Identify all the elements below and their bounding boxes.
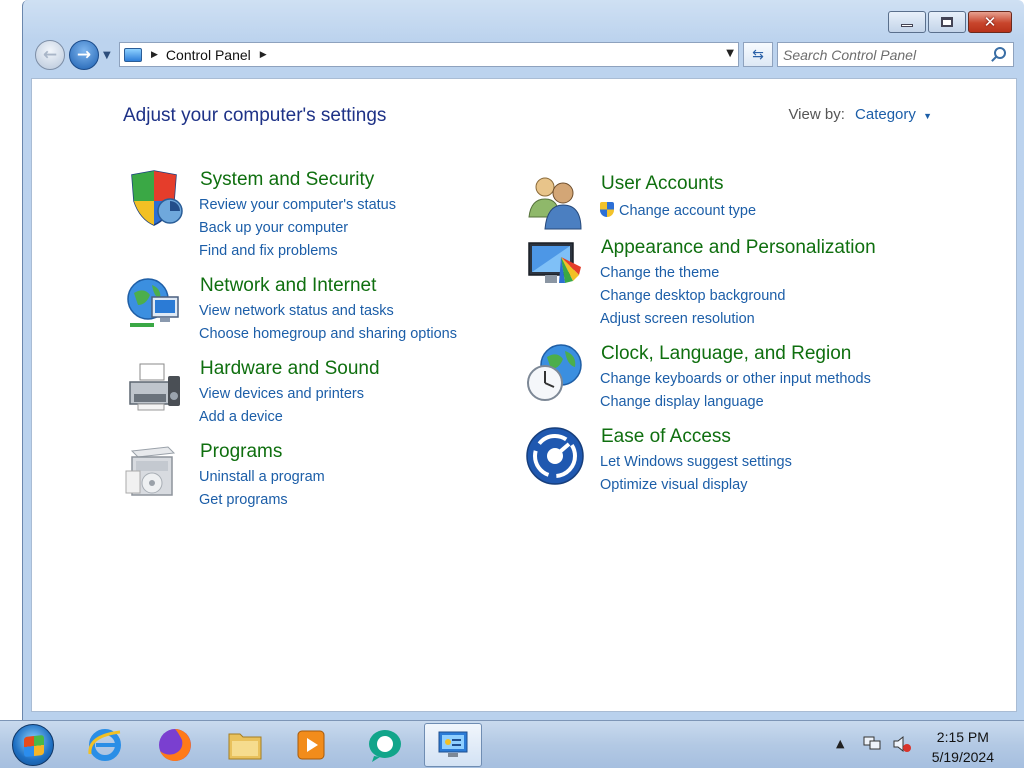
monitor-colors-icon (528, 242, 581, 283)
network-tray-icon[interactable] (862, 735, 882, 753)
printer-icon (129, 363, 180, 411)
category-title[interactable]: System and Security (200, 169, 374, 191)
ease-of-access-icon (526, 427, 584, 485)
maximize-icon (941, 17, 953, 27)
clock-globe-icon (527, 344, 582, 401)
minimize-button[interactable] (888, 11, 926, 33)
taskbar-internet-explorer[interactable] (76, 723, 134, 767)
main-content: Adjust your computer's settings View by:… (31, 78, 1017, 712)
link-back-up[interactable]: Back up your computer (199, 217, 396, 240)
address-bar[interactable]: ▶ Control Panel ▶ ▼ (119, 42, 739, 67)
breadcrumb-chevron-icon[interactable]: ▶ (151, 50, 158, 60)
forward-arrow-icon: → (76, 45, 92, 65)
link-change-keyboards[interactable]: Change keyboards or other input methods (600, 368, 871, 391)
link-find-fix-problems[interactable]: Find and fix problems (199, 240, 396, 263)
forward-button[interactable]: → (69, 40, 99, 70)
link-uninstall-program[interactable]: Uninstall a program (199, 466, 325, 489)
category-links: Let Windows suggest settings Optimize vi… (600, 451, 792, 497)
clock-date: 5/19/2024 (931, 749, 994, 765)
control-panel-small-icon (124, 47, 142, 62)
system-clock[interactable]: 2:15 PM 5/19/2024 (932, 727, 994, 767)
category-links: Uninstall a program Get programs (199, 466, 325, 512)
address-history-dropdown[interactable]: ▼ (726, 48, 734, 59)
chevron-down-icon[interactable]: ▼ (923, 111, 932, 121)
category-title[interactable]: User Accounts (601, 173, 724, 195)
link-change-theme[interactable]: Change the theme (600, 262, 785, 285)
refresh-button[interactable]: ⇆ (743, 42, 773, 67)
link-homegroup[interactable]: Choose homegroup and sharing options (199, 323, 457, 346)
link-suggest-settings[interactable]: Let Windows suggest settings (600, 451, 792, 474)
volume-muted-icon[interactable] (892, 735, 912, 753)
link-label: Change account type (619, 203, 757, 219)
category-title[interactable]: Programs (200, 441, 282, 463)
category-title[interactable]: Network and Internet (200, 275, 376, 297)
close-icon: ✕ (983, 12, 997, 31)
category-title[interactable]: Clock, Language, and Region (601, 343, 851, 365)
breadcrumb-control-panel[interactable]: Control Panel (166, 47, 251, 63)
taskbar-file-explorer[interactable] (216, 723, 274, 767)
caption-buttons: ✕ (886, 11, 1012, 33)
category-links: Change account type (600, 200, 756, 223)
link-add-device[interactable]: Add a device (199, 406, 364, 429)
media-player-icon (297, 730, 325, 760)
taskbar-control-panel[interactable] (424, 723, 482, 767)
search-input[interactable] (783, 46, 983, 63)
windows-logo-icon (24, 734, 44, 758)
back-arrow-icon: ← (42, 45, 58, 65)
view-by-dropdown[interactable]: Category (855, 106, 916, 123)
recent-pages-dropdown[interactable]: ▼ (103, 50, 111, 61)
navigation-bar: ← → ▼ ▶ Control Panel ▶ ▼ ⇆ (33, 38, 1014, 72)
shield-icon (131, 170, 183, 226)
minimize-icon (901, 23, 913, 27)
refresh-icon: ⇆ (752, 46, 764, 63)
category-title[interactable]: Hardware and Sound (200, 358, 380, 380)
taskbar-media-player[interactable] (282, 723, 340, 767)
page-title: Adjust your computer's settings (123, 105, 387, 126)
link-change-account-type[interactable]: Change account type (600, 200, 756, 223)
programs-box-icon (125, 446, 176, 496)
link-get-programs[interactable]: Get programs (199, 489, 325, 512)
chat-app-icon (369, 730, 401, 762)
category-title[interactable]: Appearance and Personalization (601, 237, 876, 259)
link-review-status[interactable]: Review your computer's status (199, 194, 396, 217)
network-globe-icon (127, 278, 179, 327)
start-button[interactable] (12, 724, 54, 766)
link-optimize-visual-display[interactable]: Optimize visual display (600, 474, 792, 497)
category-links: View devices and printers Add a device (199, 383, 364, 429)
internet-explorer-icon (88, 729, 121, 761)
desktop-background (0, 0, 22, 720)
link-display-language[interactable]: Change display language (600, 391, 871, 414)
search-box[interactable] (777, 42, 1014, 67)
view-by-label: View by: (788, 106, 845, 123)
breadcrumb-chevron-icon[interactable]: ▶ (260, 50, 267, 60)
category-links: Change the theme Change desktop backgrou… (600, 262, 785, 331)
control-panel-icon (438, 731, 468, 757)
view-by: View by: Category ▼ (788, 106, 932, 123)
taskbar: ▲ 2:15 PM 5/19/2024 (0, 720, 1024, 768)
category-links: Review your computer's status Back up yo… (199, 194, 396, 263)
category-title[interactable]: Ease of Access (601, 426, 731, 448)
link-desktop-background[interactable]: Change desktop background (600, 285, 785, 308)
control-panel-window: ✕ ← → ▼ ▶ Control Panel ▶ ▼ ⇆ Adjust you… (22, 0, 1024, 720)
firefox-icon (159, 729, 191, 761)
uac-shield-icon (600, 202, 614, 217)
taskbar-chat-app[interactable] (356, 723, 414, 767)
file-explorer-icon (228, 733, 262, 760)
back-button[interactable]: ← (35, 40, 65, 70)
clock-time: 2:15 PM (936, 729, 989, 745)
category-links: View network status and tasks Choose hom… (199, 300, 457, 346)
close-button[interactable]: ✕ (968, 11, 1012, 33)
show-hidden-icons-button[interactable]: ▲ (836, 737, 844, 750)
system-tray: ▲ 2:15 PM 5/19/2024 (824, 721, 1024, 768)
taskbar-firefox[interactable] (146, 723, 204, 767)
maximize-button[interactable] (928, 11, 966, 33)
search-icon[interactable] (994, 47, 1006, 59)
link-network-status[interactable]: View network status and tasks (199, 300, 457, 323)
link-screen-resolution[interactable]: Adjust screen resolution (600, 308, 785, 331)
users-icon (528, 177, 582, 230)
category-links: Change keyboards or other input methods … (600, 368, 871, 414)
link-devices-printers[interactable]: View devices and printers (199, 383, 364, 406)
